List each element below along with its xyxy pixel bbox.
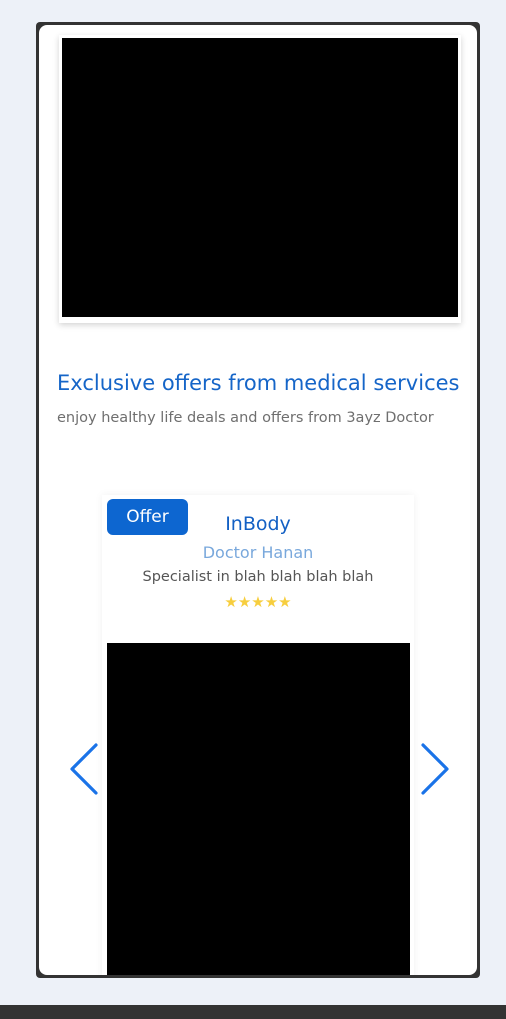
bottom-bar	[0, 1005, 506, 1019]
chevron-right-icon	[421, 743, 449, 795]
section-title: Exclusive offers from medical services	[57, 371, 460, 395]
section-subtitle: enjoy healthy life deals and offers from…	[57, 410, 434, 426]
offer-doctor-name[interactable]: Doctor Hanan	[102, 543, 414, 562]
offer-title[interactable]: InBody	[102, 513, 414, 535]
carousel-next-button[interactable]	[417, 742, 451, 796]
offer-card[interactable]: Offer InBody Doctor Hanan Specialist in …	[102, 495, 414, 975]
content-card: Exclusive offers from medical services e…	[39, 25, 477, 975]
chevron-left-icon	[70, 743, 98, 795]
rating-stars: ★★★★★	[224, 593, 292, 611]
carousel-prev-button[interactable]	[68, 742, 102, 796]
device-frame: Exclusive offers from medical services e…	[36, 22, 480, 978]
hero-video[interactable]	[62, 38, 458, 317]
offer-specialty: Specialist in blah blah blah blah	[142, 569, 374, 585]
hero-media-container	[59, 35, 461, 323]
offer-image[interactable]	[107, 643, 410, 975]
